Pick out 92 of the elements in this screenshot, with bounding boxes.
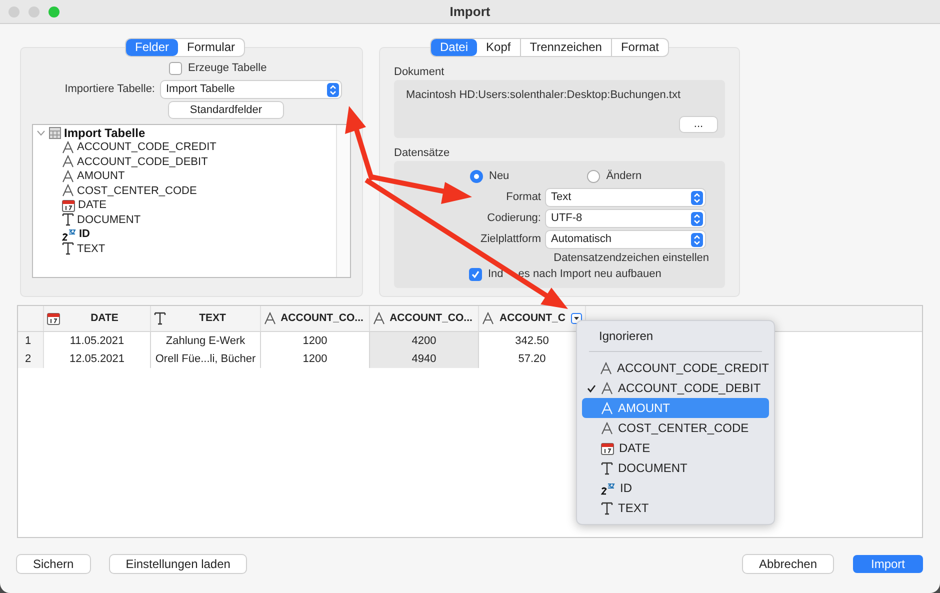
row-number: 2: [18, 350, 44, 368]
stepper-icon: [691, 190, 703, 204]
letter-a-icon: [601, 422, 613, 434]
radio-button[interactable]: [587, 170, 600, 182]
stepper-icon: [691, 232, 703, 246]
table-cell: 12.05.2021: [44, 350, 151, 368]
standard-fields-button[interactable]: Standardfelder: [169, 102, 283, 118]
column-header[interactable]: ACCOUNT_CO...: [261, 306, 370, 331]
integer-icon: [62, 228, 76, 241]
dialog-button[interactable]: Import: [853, 555, 923, 573]
window-title: Import: [450, 2, 490, 21]
letter-t-icon: [601, 462, 613, 474]
link[interactable]: Datensatzendzeichen einstellen: [554, 250, 709, 264]
tab[interactable]: Datei: [431, 39, 478, 56]
dialog-button[interactable]: Sichern: [17, 555, 90, 573]
minimize-icon: [28, 6, 40, 18]
letter-t-icon: [154, 312, 166, 325]
letter-t-icon: [62, 213, 74, 226]
checkbox[interactable]: [469, 268, 482, 280]
radio-label: Neu: [489, 168, 510, 184]
letter-a-icon: [373, 312, 385, 325]
checkbox-label: Erzeuge Tabelle: [188, 60, 267, 76]
table-select[interactable]: Import Tabelle: [161, 81, 341, 98]
column-header[interactable]: TEXT: [151, 306, 261, 331]
row-number: 1: [18, 332, 44, 350]
checkbox[interactable]: [169, 62, 182, 74]
field-label: Format: [505, 190, 542, 206]
menu-item[interactable]: DOCUMENT: [582, 458, 769, 478]
table-cell: Orell Füe...li, Bücher: [151, 350, 261, 368]
table-cell: 4940: [370, 350, 479, 368]
calendar-icon: [62, 198, 75, 212]
tree-item[interactable]: COST_CENTER_CODE: [77, 182, 197, 199]
tab[interactable]: Kopf: [477, 39, 520, 56]
stepper-icon: [327, 82, 339, 96]
letter-a-icon: [482, 312, 494, 325]
checkmark-icon: [587, 384, 596, 392]
dropdown-button-icon[interactable]: [571, 313, 582, 324]
menu-item[interactable]: DATE: [582, 438, 769, 458]
column-header[interactable]: DATE: [44, 306, 151, 331]
letter-a-icon: [62, 184, 74, 198]
calendar-icon: [47, 312, 60, 325]
menu-item[interactable]: TEXT: [582, 498, 769, 518]
section-title: Datensätze: [394, 146, 450, 159]
letter-a-icon: [62, 155, 74, 168]
select-field[interactable]: Text: [546, 189, 705, 206]
menu-item[interactable]: ID: [582, 478, 769, 498]
integer-icon: [601, 482, 615, 494]
tab[interactable]: Formular: [178, 39, 244, 56]
letter-a-icon: [62, 170, 74, 183]
tree-item[interactable]: Import Tabelle: [64, 124, 146, 142]
table-cell: 11.05.2021: [44, 332, 151, 350]
file-path: Macintosh HD:Users:solenthaler:Desktop:Buchungen.txt: [406, 88, 681, 103]
tree-item[interactable]: ACCOUNT_CODE_DEBIT: [77, 154, 208, 170]
letter-a-icon: [601, 402, 613, 414]
tree-item[interactable]: DATE: [78, 197, 107, 214]
dialog-button[interactable]: Abbrechen: [742, 555, 833, 573]
letter-a-icon: [601, 382, 613, 394]
zoom-icon: [48, 6, 60, 18]
menu-item[interactable]: ACCOUNT_CODE_DEBIT: [582, 378, 769, 398]
field-label: Zielplattform: [479, 232, 542, 248]
table-icon: [49, 127, 61, 139]
tab[interactable]: Trennzeichen: [520, 39, 611, 56]
section-title: Dokument: [394, 65, 444, 78]
tree-item[interactable]: AMOUNT: [77, 168, 125, 184]
browse-button[interactable]: ...: [680, 117, 717, 132]
dialog-button[interactable]: Einstellungen laden: [110, 555, 246, 573]
tree-item[interactable]: ACCOUNT_CODE_CREDIT: [77, 139, 216, 156]
letter-t-icon: [601, 502, 613, 514]
letter-a-icon: [600, 362, 612, 374]
close-icon: [8, 6, 20, 18]
letter-a-icon: [62, 140, 74, 154]
checkbox-label: Ind: [488, 266, 504, 282]
tree-item[interactable]: TEXT: [77, 240, 106, 257]
tree-item[interactable]: ID: [79, 226, 90, 242]
stepper-icon: [691, 212, 703, 226]
select-field[interactable]: Automatisch: [546, 231, 705, 248]
table-cell: Zahlung E-Werk: [151, 332, 261, 350]
letter-a-icon: [264, 312, 276, 325]
radio-label: Ändern: [606, 168, 642, 184]
disclosure-icon[interactable]: [36, 128, 46, 138]
calendar-icon: [601, 442, 614, 454]
tab[interactable]: Felder: [126, 39, 178, 56]
table-cell: 4200: [370, 332, 479, 350]
column-header[interactable]: ACCOUNT_CO...: [370, 306, 479, 331]
select-field[interactable]: UTF-8: [546, 210, 705, 227]
tree-item[interactable]: DOCUMENT: [77, 212, 141, 228]
menu-item[interactable]: COST_CENTER_CODE: [582, 418, 769, 438]
field-label: Importiere Tabelle:: [64, 82, 156, 98]
letter-t-icon: [62, 242, 74, 256]
menu-item[interactable]: Ignorieren: [599, 327, 654, 345]
radio-button[interactable]: [470, 170, 483, 182]
field-label: Codierung:: [486, 211, 542, 226]
